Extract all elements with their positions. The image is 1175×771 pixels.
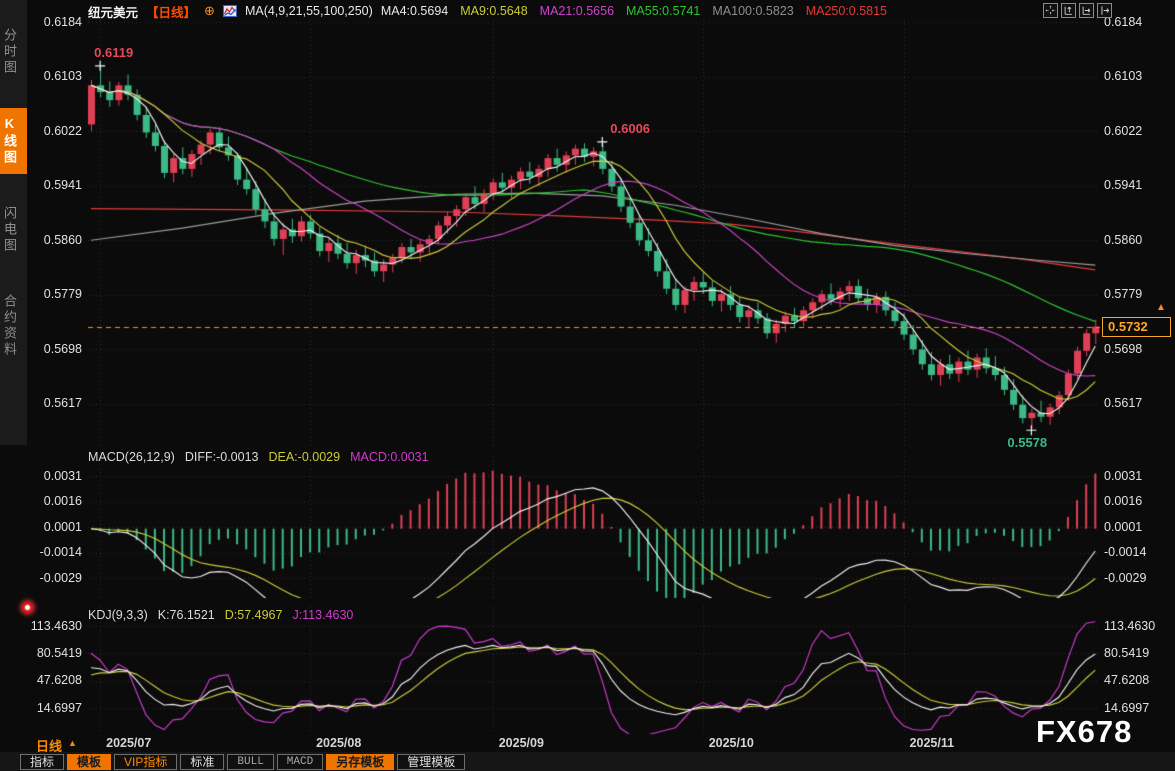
axis-tick-label: 0.5860 (24, 233, 82, 248)
axis-tick-label: 80.5419 (24, 646, 82, 661)
month-label: 2025/10 (709, 736, 754, 750)
macd-diff-value: DIFF:-0.0013 (185, 450, 259, 464)
axis-tick-label: -0.0014 (1104, 545, 1146, 560)
left-sidebar: 分时图 K线图闪电图合约资料 (0, 0, 27, 445)
fit-up-left-icon[interactable] (1061, 3, 1076, 18)
bottom-tab-bar: 指标模板VIP指标标准BULLMACD另存模板管理模板 (0, 752, 1175, 771)
axis-tick-label: -0.0014 (24, 545, 82, 560)
macd-dea-value: DEA:-0.0029 (268, 450, 340, 464)
chart-toolbar (1043, 3, 1112, 18)
axis-tick-label: 0.6103 (1104, 69, 1142, 84)
add-indicator-icon[interactable]: ⊕ (204, 3, 215, 19)
price-annotation-low: 0.5578 (1007, 435, 1047, 450)
tab-vip[interactable]: VIP指标 (114, 754, 177, 770)
trading-terminal: 分时图 K线图闪电图合约资料 纽元美元 【日线】 ⊕ MA(4,9,21,55,1… (0, 0, 1175, 771)
fit-right-icon[interactable] (1079, 3, 1094, 18)
axis-tick-label: 0.6022 (1104, 124, 1142, 139)
axis-tick-label: 0.6103 (24, 69, 82, 84)
crosshair-icon[interactable] (1043, 3, 1058, 18)
price-annotation-high: 0.6119 (94, 45, 133, 60)
axis-tick-label: 113.4630 (1104, 619, 1155, 634)
shift-right-icon[interactable] (1097, 3, 1112, 18)
axis-tick-label: 0.5698 (24, 342, 82, 357)
ma-value-label: MA100:0.5823 (712, 4, 793, 18)
axis-tick-label: 113.4630 (24, 619, 82, 634)
sidebar-item-chart-mode[interactable]: 合约资料 (0, 286, 27, 366)
ma-value-label: MA55:0.5741 (626, 4, 700, 18)
axis-tick-label: 0.0001 (24, 520, 82, 535)
price-annotation-mid-high: 0.6006 (610, 121, 650, 136)
axis-tick-label: 0.0016 (24, 494, 82, 509)
kdj-j-value: J:113.4630 (292, 608, 353, 622)
chart-header: 纽元美元 【日线】 ⊕ MA(4,9,21,55,100,250) MA4:0.… (88, 2, 887, 20)
macd-title: MACD(26,12,9) (88, 450, 175, 464)
axis-tick-label: 0.5941 (1104, 178, 1142, 193)
month-label: 2025/08 (316, 736, 361, 750)
fx678-watermark: FX678 (1036, 714, 1132, 750)
symbol-name: 纽元美元 (88, 2, 138, 21)
tab-plain[interactable]: 标准 (180, 754, 224, 770)
tab-plain[interactable]: 指标 (20, 754, 64, 770)
kdj-panel-header: KDJ(9,3,3) K:76.1521 D:57.4967 J:113.463… (88, 608, 353, 622)
axis-tick-label: 0.5779 (1104, 287, 1142, 302)
tab-active[interactable]: 另存模板 (326, 754, 394, 770)
current-price-tag[interactable]: 0.5732 (1102, 317, 1171, 337)
axis-tick-label: 0.5941 (24, 178, 82, 193)
axis-tick-label: 47.6208 (1104, 673, 1149, 688)
month-label: 2025/09 (499, 736, 544, 750)
macd-macd-value: MACD:0.0031 (350, 450, 429, 464)
kdj-title: KDJ(9,3,3) (88, 608, 148, 622)
axis-tick-label: 0.0031 (1104, 469, 1142, 484)
sidebar-item-chart-mode[interactable]: 分时图 (0, 20, 27, 84)
axis-tick-label: 0.5617 (1104, 396, 1142, 411)
axis-tick-label: 14.6997 (24, 701, 82, 716)
ma-value-label: MA21:0.5656 (540, 4, 614, 18)
chart-type-icon[interactable] (223, 5, 237, 17)
axis-tick-label: 0.6022 (24, 124, 82, 139)
sidebar-item-active[interactable]: K线图 (0, 108, 27, 174)
price-up-arrow-icon: ▲ (1156, 303, 1166, 313)
ma-values: MA4:0.5694 MA9:0.5648 MA21:0.5656 MA55:0.57… (381, 4, 887, 18)
tab-plain[interactable]: 管理模板 (397, 754, 465, 770)
x-axis: 日线 ▲ 2025/072025/082025/092025/102025/11 (0, 735, 1175, 752)
macd-panel-header: MACD(26,12,9) DIFF:-0.0013 DEA:-0.0029 M… (88, 450, 429, 464)
axis-tick-label: 0.0016 (1104, 494, 1142, 509)
axis-tick-label: 0.0001 (1104, 520, 1142, 535)
tab-dim[interactable]: MACD (277, 754, 323, 770)
month-label: 2025/07 (106, 736, 151, 750)
ma-value-label: MA9:0.5648 (460, 4, 527, 18)
month-label: 2025/11 (910, 736, 955, 750)
axis-tick-label: 0.5860 (1104, 233, 1142, 248)
candlestick-chart-canvas[interactable] (0, 0, 1175, 752)
axis-tick-label: -0.0029 (24, 571, 82, 586)
axis-tick-label: 0.0031 (24, 469, 82, 484)
ma-value-label: MA250:0.5815 (806, 4, 887, 18)
kdj-d-value: D:57.4967 (225, 608, 283, 622)
period-badge: 【日线】 (146, 2, 196, 21)
tab-dim[interactable]: BULL (227, 754, 273, 770)
ma-config-label: MA(4,9,21,55,100,250) (245, 4, 373, 18)
axis-tick-label: -0.0029 (1104, 571, 1146, 586)
axis-tick-label: 0.5617 (24, 396, 82, 411)
live-indicator-icon (22, 602, 33, 613)
tab-active[interactable]: 模板 (67, 754, 111, 770)
axis-tick-label: 0.5698 (1104, 342, 1142, 357)
axis-tick-label: 0.5779 (24, 287, 82, 302)
sidebar-item-chart-mode[interactable]: 闪电图 (0, 198, 27, 262)
axis-tick-label: 0.6184 (24, 15, 82, 30)
kdj-k-value: K:76.1521 (158, 608, 215, 622)
timeframe-arrow-icon[interactable]: ▲ (68, 738, 77, 748)
axis-tick-label: 47.6208 (24, 673, 82, 688)
axis-tick-label: 80.5419 (1104, 646, 1149, 661)
ma-value-label: MA4:0.5694 (381, 4, 448, 18)
